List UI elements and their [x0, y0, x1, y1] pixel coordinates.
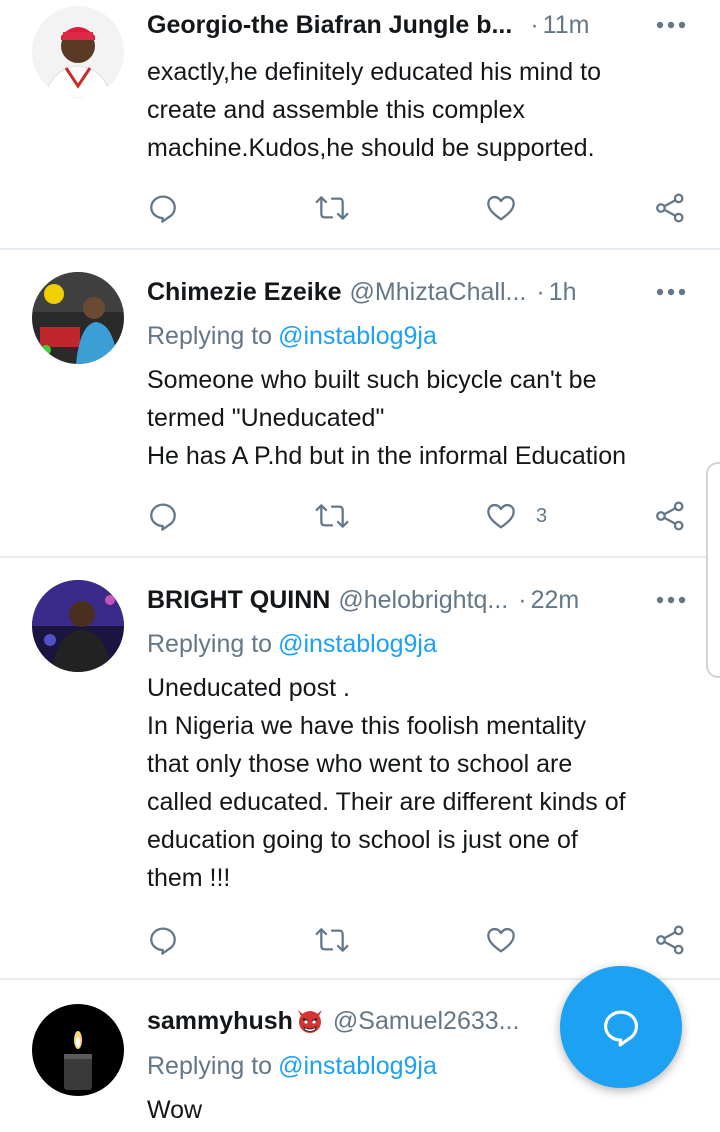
heart-icon	[487, 503, 515, 529]
like-count: 3	[536, 504, 548, 527]
tweet-replies-feed: Georgio-the Biafran Jungle b... · 11m ex…	[0, 0, 720, 1132]
tweet-text: Someone who built such bicycle can't be …	[147, 361, 692, 475]
reply-button[interactable]	[147, 496, 179, 536]
tweet-2[interactable]: Chimezie Ezeike @MhiztaChall... · 1h Rep…	[0, 250, 720, 558]
retweet-icon	[315, 928, 349, 952]
tweet-text-line: Someone who built such bicycle can't be	[147, 366, 597, 394]
tweet-text: Uneducated post . In Nigeria we have thi…	[147, 669, 692, 897]
retweet-icon	[315, 504, 349, 528]
heart-icon	[487, 927, 515, 953]
reply-button[interactable]	[147, 920, 179, 960]
user-handle[interactable]: @MhiztaChall...	[350, 278, 527, 307]
tweet-header: BRIGHT QUINN @helobrightq... · 22m	[147, 583, 690, 617]
more-icon[interactable]	[656, 583, 686, 617]
tweet-text-line: He has A P.hd but in the informal Educat…	[147, 442, 627, 470]
tweet-text-line: machine.Kudos,he should be supported.	[147, 134, 595, 162]
tweet-text-line: that only those who went to school are	[147, 750, 573, 778]
user-handle[interactable]: @Samuel2633...	[333, 1007, 520, 1036]
replying-to-label: Replying to	[147, 1052, 273, 1080]
like-button[interactable]	[484, 920, 536, 960]
avatar[interactable]	[32, 272, 124, 364]
tweet-actions: 3	[0, 496, 720, 536]
separator-dot: ·	[530, 10, 539, 39]
tweet-text-line: termed "Uneducated"	[147, 404, 385, 432]
share-button[interactable]	[654, 920, 686, 960]
tweet-header: sammyhush @Samuel2633...	[147, 1004, 540, 1038]
reply-button[interactable]	[147, 188, 179, 228]
reply-icon	[150, 503, 176, 531]
tweet-header: Georgio-the Biafran Jungle b... · 11m	[147, 8, 690, 42]
avatar[interactable]	[32, 1004, 124, 1096]
tweet-text: exactly,he definitely educated his mind …	[147, 53, 692, 167]
tweet-actions	[0, 920, 720, 960]
reply-icon	[150, 927, 176, 955]
tweet-text-line: Uneducated post .	[147, 674, 350, 702]
share-icon	[656, 501, 684, 531]
tweet-1[interactable]: Georgio-the Biafran Jungle b... · 11m ex…	[0, 0, 720, 250]
like-button[interactable]: 3	[484, 496, 547, 536]
retweet-button[interactable]	[314, 188, 350, 228]
user-handle[interactable]: @helobrightq...	[338, 586, 508, 615]
share-button[interactable]	[654, 188, 686, 228]
ogre-emoji-icon	[297, 1010, 322, 1033]
compose-reply-icon	[604, 1010, 638, 1047]
scroll-handle[interactable]	[706, 462, 720, 678]
display-name[interactable]: sammyhush	[147, 1007, 293, 1036]
tweet-text-line: them !!!	[147, 864, 231, 892]
heart-icon	[487, 195, 515, 221]
replying-to: Replying to @instablog9ja	[147, 630, 437, 659]
replying-to-label: Replying to	[147, 322, 273, 350]
replying-to-label: Replying to	[147, 630, 273, 658]
mention-link[interactable]: @instablog9ja	[278, 1052, 437, 1080]
reply-icon	[150, 195, 176, 223]
tweet-actions	[0, 188, 720, 228]
display-name[interactable]: Chimezie Ezeike	[147, 278, 342, 307]
retweet-button[interactable]	[314, 496, 350, 536]
separator-dot: ·	[536, 277, 545, 306]
tweet-text-line: called educated. Their are different kin…	[147, 788, 626, 816]
like-button[interactable]	[484, 188, 536, 228]
retweet-icon	[315, 196, 349, 220]
retweet-button[interactable]	[314, 920, 350, 960]
replying-to: Replying to @instablog9ja	[147, 322, 437, 351]
replying-to: Replying to @instablog9ja	[147, 1052, 437, 1081]
share-icon	[656, 925, 684, 955]
timestamp[interactable]: 22m	[531, 586, 580, 615]
timestamp[interactable]: 1h	[549, 278, 577, 307]
tweet-text-line: create and assemble this complex	[147, 96, 525, 124]
tweet-text-line: In Nigeria we have this foolish mentalit…	[147, 712, 587, 740]
share-icon	[656, 193, 684, 223]
tweet-header: Chimezie Ezeike @MhiztaChall... · 1h	[147, 275, 690, 309]
share-button[interactable]	[654, 496, 686, 536]
tweet-3[interactable]: BRIGHT QUINN @helobrightq... · 22m Reply…	[0, 558, 720, 980]
mention-link[interactable]: @instablog9ja	[278, 322, 437, 350]
tweet-text-line: Wow	[147, 1096, 203, 1124]
display-name[interactable]: BRIGHT QUINN	[147, 586, 330, 615]
timestamp[interactable]: 11m	[543, 11, 590, 40]
more-icon[interactable]	[656, 8, 686, 42]
separator-dot: ·	[518, 585, 527, 614]
tweet-text-line: exactly,he definitely educated his mind …	[147, 58, 601, 86]
avatar[interactable]	[32, 6, 124, 98]
mention-link[interactable]: @instablog9ja	[278, 630, 437, 658]
display-name[interactable]: Georgio-the Biafran Jungle b...	[147, 11, 512, 40]
compose-reply-button[interactable]	[560, 966, 682, 1088]
tweet-text: Wow	[147, 1091, 692, 1129]
avatar[interactable]	[32, 580, 124, 672]
tweet-text-line: education going to school is just one of	[147, 826, 578, 854]
more-icon[interactable]	[656, 275, 686, 309]
